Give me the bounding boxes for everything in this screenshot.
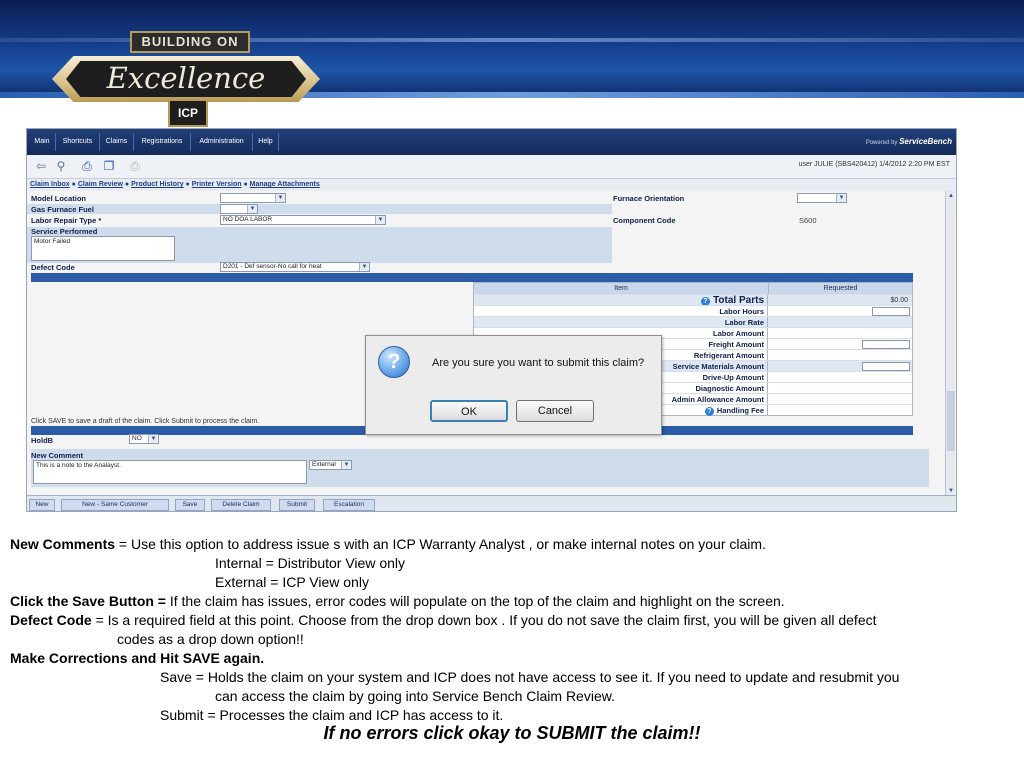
link-manage-attachments[interactable]: Manage Attachments (250, 181, 320, 188)
print-icon[interactable]: ⎙ (79, 159, 95, 174)
link-printer-version[interactable]: Printer Version (192, 181, 242, 188)
chevron-down-icon: ▼ (341, 461, 351, 469)
gas-furnace-fuel-label: Gas Furnace Fuel (31, 205, 94, 214)
chevron-down-icon: ▼ (275, 194, 285, 202)
new-comment-textarea[interactable]: This is a note to the Analayst. (33, 460, 307, 484)
defect-code-label: Defect Code (31, 263, 75, 272)
note-new-comments: New Comments = Use this option to addres… (10, 535, 766, 554)
note-text: = Use this option to address issue s wit… (115, 536, 766, 552)
servicebench-brand: ServiceBench (899, 137, 952, 146)
service-performed-textarea[interactable]: Motor Failed (31, 236, 175, 261)
powered-by: Powered by ServiceBench (866, 137, 952, 146)
main-menu-bar: Main Shortcuts Claims Registrations Admi… (27, 129, 956, 155)
save-hint-text: Click SAVE to save a draft of the claim.… (31, 418, 260, 425)
menu-administration[interactable]: Administration (191, 133, 253, 151)
ok-button[interactable]: OK (430, 400, 508, 422)
delete-claim-button[interactable]: Delete Claim (211, 499, 271, 511)
user-info: user JULIE (SBS420412) 1/4/2012 2:20 PM … (798, 161, 950, 168)
furnace-orientation-label: Furnace Orientation (613, 194, 685, 203)
copy-icon[interactable]: ❐ (101, 159, 117, 174)
link-product-history[interactable]: Product History (131, 181, 184, 188)
logo-badge: ICP (168, 99, 208, 127)
back-icon[interactable]: ⇦ (33, 159, 49, 174)
menu-shortcuts[interactable]: Shortcuts (56, 133, 100, 151)
escalation-button[interactable]: Escalation (323, 499, 375, 511)
note-external: External = ICP View only (215, 574, 369, 590)
link-claim-inbox[interactable]: Claim Inbox (30, 181, 70, 188)
claim-links-bar: Claim Inbox ● Claim Review ● Product His… (27, 179, 956, 191)
note-heading: New Comments (10, 536, 116, 552)
component-code-label: Component Code (613, 216, 676, 225)
save-button[interactable]: Save (175, 499, 205, 511)
note-text: If the claim has issues, error codes wil… (165, 593, 785, 609)
comment-visibility-value: External (312, 461, 336, 468)
link-claim-review[interactable]: Claim Review (78, 181, 123, 188)
comment-visibility-select[interactable]: External ▼ (309, 460, 352, 470)
note-text: = Is a required field at this point. Cho… (91, 612, 877, 628)
dialog-message: Are you sure you want to submit this cla… (432, 357, 645, 369)
parts-col-requested: Requested (769, 283, 912, 294)
chevron-down-icon: ▼ (359, 263, 369, 271)
parts-row-total: ? Total Parts $0.00 (474, 294, 912, 306)
component-code-value: S600 (799, 216, 817, 225)
note-save-button: Click the Save Button = If the claim has… (10, 592, 785, 611)
scroll-up-icon[interactable]: ▲ (946, 191, 956, 201)
holdb-value: NO (132, 435, 142, 442)
parts-row: Labor Rate (474, 316, 912, 328)
print-disabled-icon: ⎙ (130, 159, 140, 173)
servicebench-window: Main Shortcuts Claims Registrations Admi… (26, 128, 957, 512)
defect-code-value: D201 - Def sensor-No call for heat (223, 263, 322, 270)
gas-furnace-fuel-select[interactable]: ▼ (220, 204, 258, 214)
vertical-scrollbar[interactable]: ▲ ▼ (945, 191, 955, 496)
labor-repair-type-label: Labor Repair Type * (31, 216, 102, 225)
form-band-1 (27, 204, 612, 214)
handling-fee-text: Handling Fee (716, 406, 764, 415)
final-instruction: If no errors click okay to SUBMIT the cl… (323, 723, 701, 743)
model-location-select[interactable]: ▼ (220, 193, 286, 203)
note-defect-code-cont: codes as a drop down option!! (117, 631, 304, 647)
holdb-label: HoldB (31, 436, 54, 445)
search-icon[interactable]: ⚲ (53, 159, 69, 174)
section-divider (31, 273, 913, 282)
powered-by-label: Powered by (865, 140, 898, 146)
confirm-submit-dialog: ? Are you sure you want to submit this c… (365, 335, 662, 435)
model-location-label: Model Location (31, 194, 86, 203)
action-bar: New New - Same Customer Save Delete Clai… (27, 495, 956, 511)
note-internal: Internal = Distributor View only (215, 555, 405, 571)
freight-amount-input[interactable] (862, 340, 910, 349)
logo-main-text: Excellence (66, 61, 306, 97)
chevron-down-icon: ▼ (148, 435, 158, 443)
labor-repair-type-select[interactable]: NO DOA LABOR ▼ (220, 215, 386, 225)
menu-main[interactable]: Main (29, 133, 56, 151)
building-on-excellence-logo: BUILDING ON Excellence ICP (52, 28, 322, 128)
defect-code-select[interactable]: D201 - Def sensor-No call for heat ▼ (220, 262, 370, 272)
menu-claims[interactable]: Claims (100, 133, 134, 151)
scroll-thumb[interactable] (947, 391, 955, 451)
holdb-select[interactable]: NO ▼ (129, 434, 159, 444)
new-same-customer-button[interactable]: New - Same Customer (61, 499, 169, 511)
menu-registrations[interactable]: Registrations (134, 133, 191, 151)
note-defect-code: Defect Code = Is a required field at thi… (10, 611, 877, 630)
labor-repair-type-value: NO DOA LABOR (223, 216, 273, 223)
service-materials-input[interactable] (862, 362, 910, 371)
question-icon: ? (378, 346, 410, 378)
logo-top-text: BUILDING ON (130, 31, 250, 53)
cancel-button[interactable]: Cancel (516, 400, 594, 422)
chevron-down-icon: ▼ (836, 194, 846, 202)
parts-col-item: Item (474, 283, 769, 294)
note-heading: Click the Save Button = (10, 593, 166, 609)
help-icon[interactable]: ? (704, 407, 714, 416)
chevron-down-icon: ▼ (375, 216, 385, 224)
note-save-definition: Save = Holds the claim on your system an… (160, 669, 900, 685)
note-make-corrections: Make Corrections and Hit SAVE again. (10, 650, 265, 666)
new-button[interactable]: New (29, 499, 55, 511)
note-save-definition-cont: can access the claim by going into Servi… (215, 688, 615, 704)
furnace-orientation-select[interactable]: ▼ (797, 193, 847, 203)
submit-button[interactable]: Submit (279, 499, 315, 511)
parts-row: Labor Hours (474, 305, 912, 317)
chevron-down-icon: ▼ (247, 205, 257, 213)
menu-help[interactable]: Help (253, 133, 279, 151)
note-heading: Defect Code (10, 612, 92, 628)
labor-hours-input[interactable] (872, 307, 910, 316)
